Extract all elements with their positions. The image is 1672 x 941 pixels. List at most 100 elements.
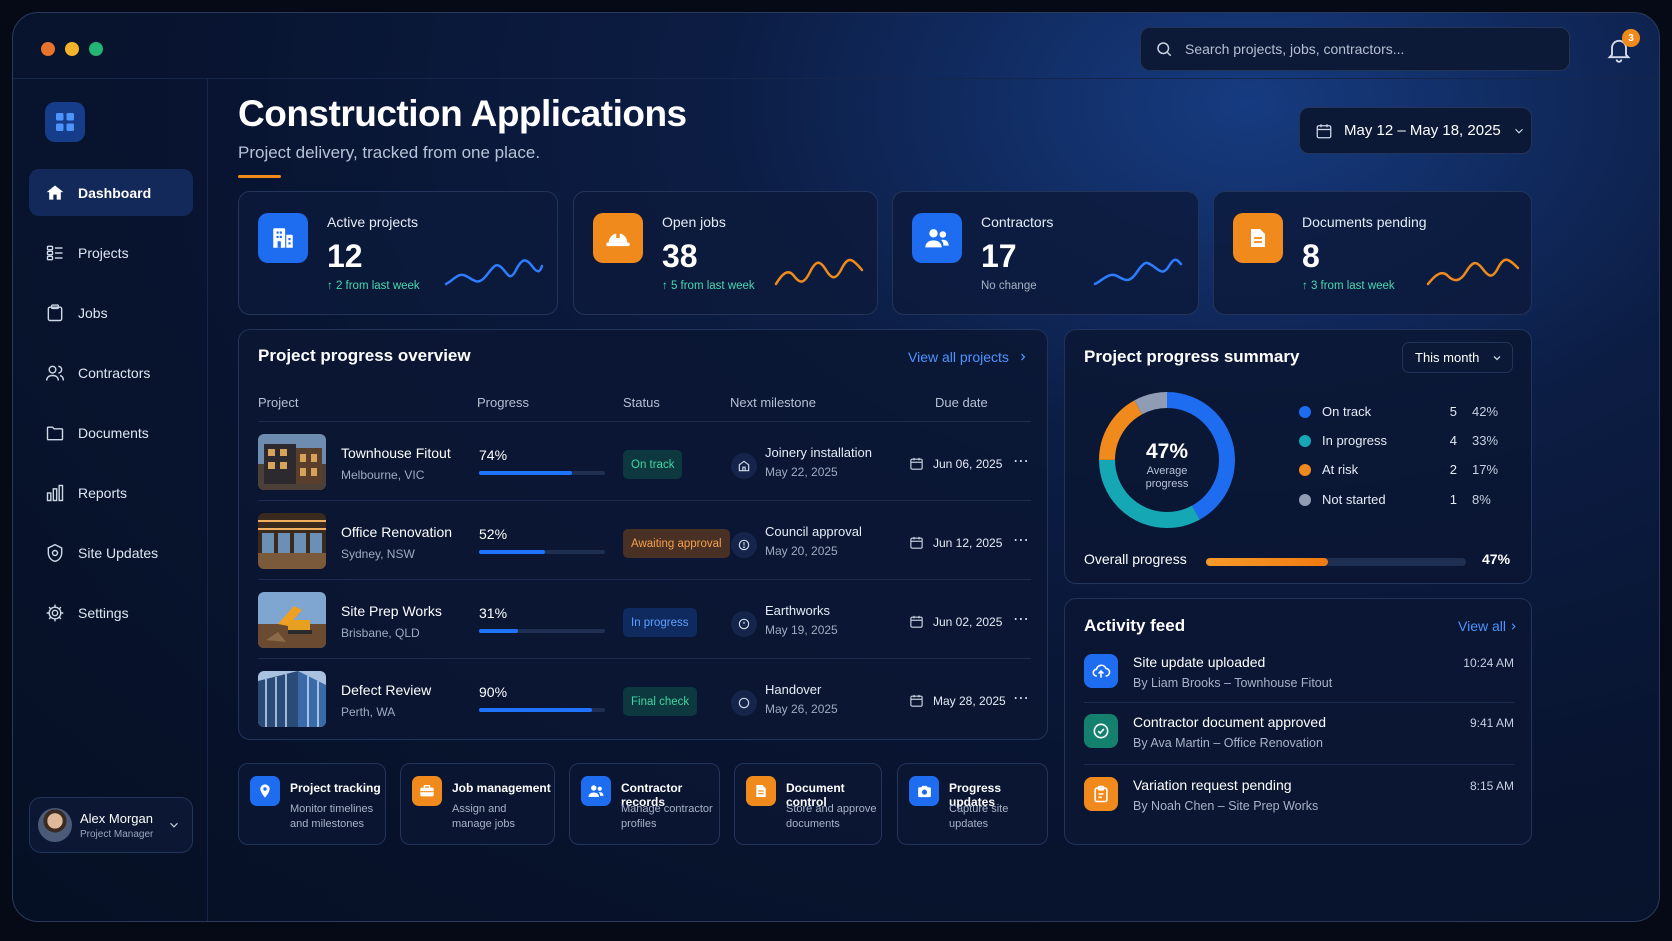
table-row[interactable]: Office Renovation Sydney, NSW 52% Awaiti… bbox=[239, 502, 1049, 580]
row-more-menu-icon[interactable]: ⋯ bbox=[1013, 688, 1030, 708]
app-window: 3 Dashboard Projects Jobs Contractors bbox=[12, 12, 1660, 922]
quick-link-job-management[interactable]: Job management Assign and manage jobs bbox=[400, 763, 555, 845]
sidebar-item-site-updates[interactable]: Site Updates bbox=[29, 529, 193, 576]
sidebar: Dashboard Projects Jobs Contractors Docu… bbox=[13, 79, 208, 921]
activity-icon-box bbox=[1084, 714, 1118, 748]
legend-count: 4 bbox=[1449, 433, 1457, 448]
activity-item[interactable]: Contractor document approved By Ava Mart… bbox=[1065, 712, 1533, 772]
users-icon bbox=[45, 365, 65, 381]
project-name[interactable]: Site Prep Works bbox=[341, 603, 442, 619]
quick-link-contractor-records[interactable]: Contractor records Manage contractor prof… bbox=[569, 763, 720, 845]
sidebar-item-label: Contractors bbox=[78, 364, 151, 381]
activity-item[interactable]: Site update uploaded By Liam Brooks – To… bbox=[1065, 652, 1533, 712]
column-header-project[interactable]: Project bbox=[258, 395, 298, 410]
overall-progress-label: Overall progress bbox=[1084, 551, 1187, 567]
legend-item-not-started: Not started 1 8% bbox=[1297, 490, 1497, 510]
user-profile-menu[interactable]: Alex Morgan Project Manager bbox=[29, 797, 193, 853]
stat-card-active-projects[interactable]: Active projects 12 ↑ 2 from last week bbox=[238, 191, 558, 315]
due-date: Jun 02, 2025 bbox=[909, 614, 1002, 629]
table-row[interactable]: Site Prep Works Brisbane, QLD 31% In pro… bbox=[239, 581, 1049, 659]
milestone-icon bbox=[731, 532, 757, 558]
stat-card-documents-pending[interactable]: Documents pending 8 ↑ 3 from last week bbox=[1213, 191, 1532, 315]
period-select[interactable]: This month bbox=[1402, 342, 1513, 373]
stat-change: No change bbox=[981, 280, 1037, 292]
quick-link-icon-box bbox=[250, 776, 280, 806]
stat-card-open-jobs[interactable]: Open jobs 38 ↑ 5 from last week bbox=[573, 191, 878, 315]
page-title: Construction Applications bbox=[238, 93, 687, 134]
clock-icon bbox=[738, 618, 750, 630]
column-header-status[interactable]: Status bbox=[623, 395, 660, 410]
legend-label: At risk bbox=[1322, 462, 1359, 477]
column-header-next-milestone[interactable]: Next milestone bbox=[730, 395, 816, 410]
app-logo[interactable] bbox=[45, 102, 85, 142]
legend-dot bbox=[1299, 435, 1311, 447]
location-pin-icon bbox=[260, 784, 270, 798]
project-location: Sydney, NSW bbox=[341, 547, 415, 561]
search-bar[interactable] bbox=[1140, 27, 1570, 71]
stat-icon-box bbox=[258, 213, 308, 263]
sidebar-item-dashboard[interactable]: Dashboard bbox=[29, 169, 193, 216]
quick-link-description: Manage contractor profiles bbox=[621, 802, 713, 832]
quick-link-description: Capture site updates bbox=[949, 802, 1008, 832]
sidebar-item-reports[interactable]: Reports bbox=[29, 469, 193, 516]
sparkline bbox=[774, 258, 864, 286]
table-row[interactable]: Townhouse Fitout Melbourne, VIC 74% On t… bbox=[239, 423, 1049, 501]
column-header-due-date[interactable]: Due date bbox=[935, 395, 988, 410]
user-name: Alex Morgan bbox=[80, 810, 153, 826]
date-range-picker[interactable]: May 12 – May 18, 2025 bbox=[1299, 107, 1532, 154]
sidebar-nav: Dashboard Projects Jobs Contractors Docu… bbox=[29, 169, 193, 649]
check-circle-icon bbox=[1093, 723, 1109, 739]
milestone-icon bbox=[731, 611, 757, 637]
progress-bar bbox=[479, 629, 605, 633]
milestone-icon bbox=[731, 690, 757, 716]
close-window-button[interactable] bbox=[41, 42, 55, 56]
chevron-down-icon bbox=[1514, 128, 1523, 134]
activity-item[interactable]: Variation request pending By Noah Chen –… bbox=[1065, 775, 1533, 835]
column-header-progress[interactable]: Progress bbox=[477, 395, 529, 410]
table-row[interactable]: Defect Review Perth, WA 90% Final check … bbox=[239, 660, 1049, 738]
milestone-icon bbox=[731, 453, 757, 479]
quick-link-icon-box bbox=[909, 776, 939, 806]
sidebar-item-documents[interactable]: Documents bbox=[29, 409, 193, 456]
sidebar-item-contractors[interactable]: Contractors bbox=[29, 349, 193, 396]
activity-icon-box bbox=[1084, 654, 1118, 688]
row-more-menu-icon[interactable]: ⋯ bbox=[1013, 609, 1030, 629]
sidebar-item-jobs[interactable]: Jobs bbox=[29, 289, 193, 336]
view-all-activity-link[interactable]: View all bbox=[1458, 618, 1519, 634]
quick-link-progress-updates[interactable]: Progress updates Capture site updates bbox=[897, 763, 1048, 845]
legend-percent: 42% bbox=[1472, 404, 1499, 419]
stat-change: ↑ 2 from last week bbox=[327, 280, 420, 292]
search-input[interactable] bbox=[1185, 41, 1545, 57]
project-name[interactable]: Townhouse Fitout bbox=[341, 445, 451, 461]
minimize-window-button[interactable] bbox=[65, 42, 79, 56]
milestone-date: May 20, 2025 bbox=[765, 544, 838, 558]
view-all-projects-link[interactable]: View all projects bbox=[908, 349, 1029, 365]
project-name[interactable]: Defect Review bbox=[341, 682, 431, 698]
row-more-menu-icon[interactable]: ⋯ bbox=[1013, 530, 1030, 550]
sidebar-item-settings[interactable]: Settings bbox=[29, 589, 193, 636]
row-more-menu-icon[interactable]: ⋯ bbox=[1013, 451, 1030, 471]
sidebar-item-projects[interactable]: Projects bbox=[29, 229, 193, 276]
due-date: Jun 12, 2025 bbox=[909, 535, 1002, 550]
search-icon bbox=[1157, 42, 1172, 57]
quick-link-document-control[interactable]: Document control Store and approve docume… bbox=[734, 763, 882, 845]
legend-count: 1 bbox=[1449, 492, 1457, 507]
circle-icon bbox=[738, 697, 750, 709]
project-location: Brisbane, QLD bbox=[341, 626, 420, 640]
stat-value: 38 bbox=[662, 238, 698, 274]
user-role: Project Manager bbox=[80, 828, 154, 840]
stat-card-contractors[interactable]: Contractors 17 No change bbox=[892, 191, 1199, 315]
donut-center-label-2: progress bbox=[1146, 478, 1189, 490]
grid-icon bbox=[56, 113, 74, 131]
maximize-window-button[interactable] bbox=[89, 42, 103, 56]
quick-link-description: Assign and manage jobs bbox=[452, 802, 515, 832]
project-name[interactable]: Office Renovation bbox=[341, 524, 452, 540]
progress-bar-fill bbox=[479, 708, 593, 712]
notification-count-badge: 3 bbox=[1622, 29, 1640, 47]
milestone-name: Council approval bbox=[765, 524, 862, 539]
stat-label: Active projects bbox=[327, 214, 419, 230]
due-date: May 28, 2025 bbox=[909, 693, 1006, 708]
desc-line: Assign and bbox=[452, 803, 507, 815]
quick-link-project-tracking[interactable]: Project tracking Monitor timelines and mi… bbox=[238, 763, 386, 845]
progress-bar-fill bbox=[479, 629, 519, 633]
